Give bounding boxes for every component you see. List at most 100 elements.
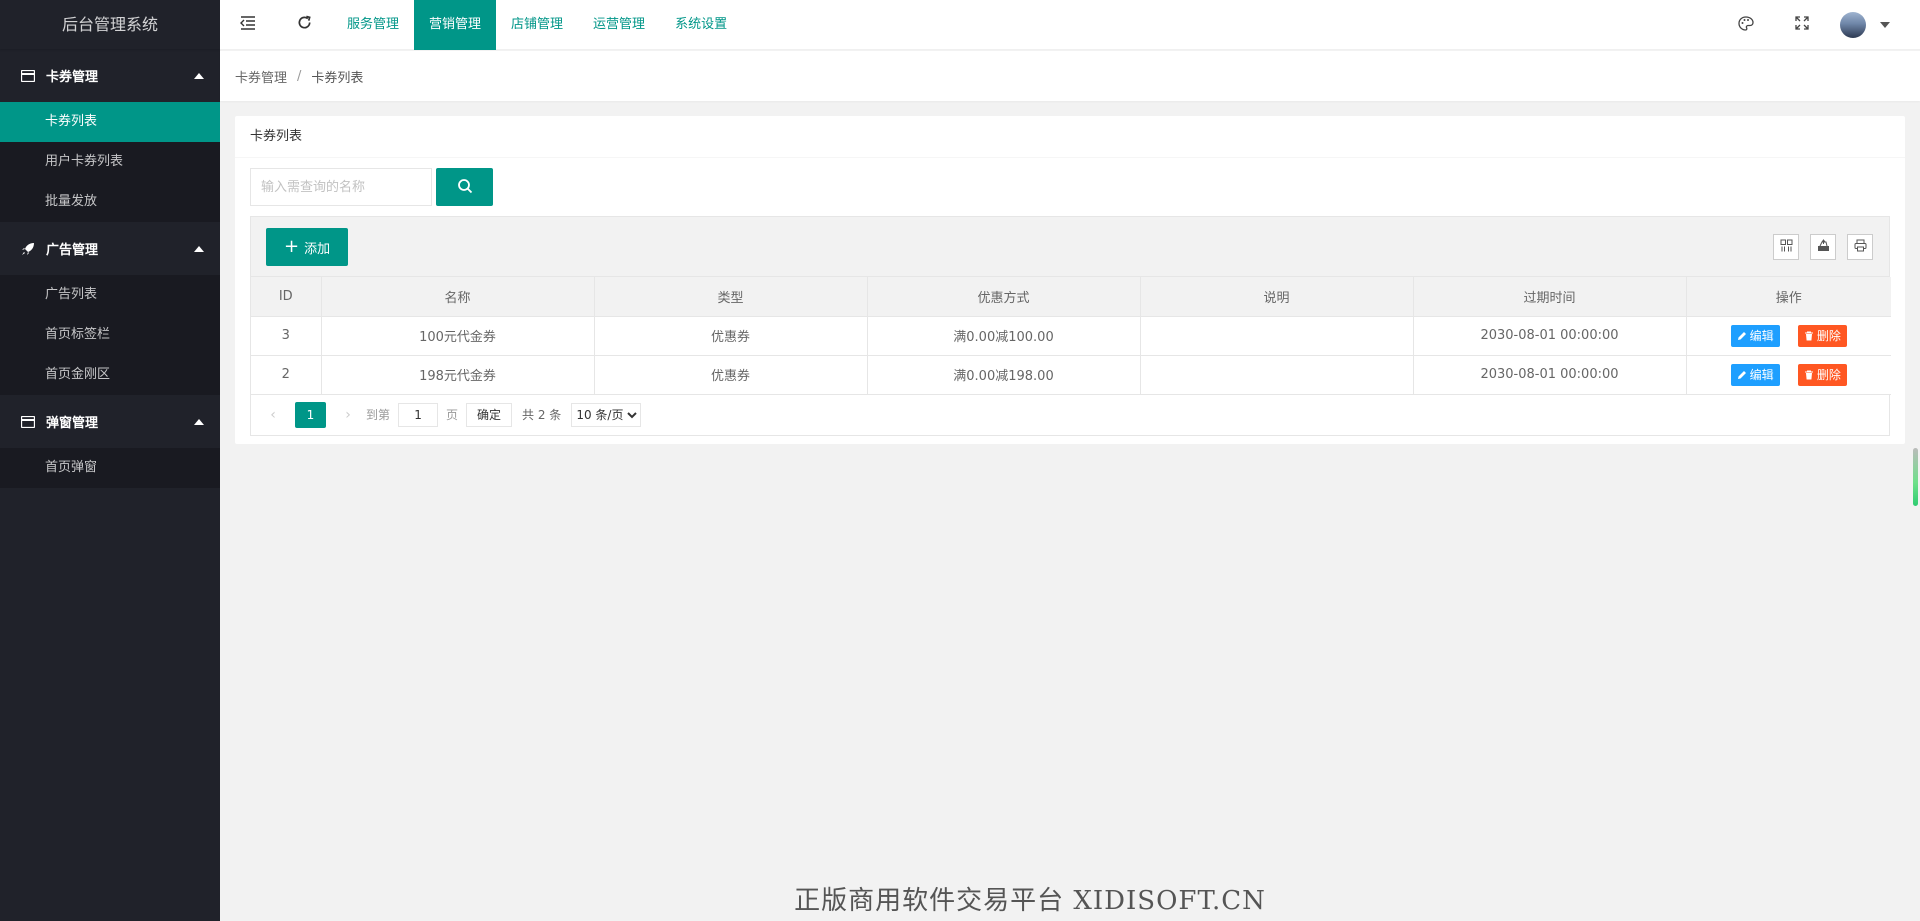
- delete-label: 删除: [1816, 368, 1841, 382]
- cell-actions: 编辑 删除: [1686, 355, 1891, 395]
- add-button[interactable]: + 添加: [266, 228, 349, 266]
- edit-label: 编辑: [1749, 329, 1774, 343]
- goto-label: 到第: [366, 408, 391, 422]
- nav-children: 卡券列表 用户卡券列表 批量发放: [0, 102, 220, 222]
- breadcrumb-separator: /: [297, 68, 302, 84]
- tab-operations[interactable]: 运营管理: [578, 0, 660, 50]
- shrink-menu-button[interactable]: [220, 0, 276, 50]
- columns-filter-button[interactable]: [1773, 234, 1799, 260]
- delete-label: 删除: [1816, 329, 1841, 343]
- sidebar-item-coupon-list[interactable]: 卡券列表: [0, 102, 220, 142]
- cell-type: 优惠券: [594, 355, 868, 395]
- nav-group-coupons: 卡券管理 卡券列表 用户卡券列表 批量发放: [0, 49, 220, 222]
- table-row: 2 198元代金券 优惠券 满0.00减198.00 2030-08-01 00…: [251, 355, 1891, 395]
- nav-group-title-ads[interactable]: 广告管理: [0, 222, 220, 275]
- sidebar-item-home-popup[interactable]: 首页弹窗: [0, 448, 220, 488]
- collapse-arrow-icon: [194, 245, 204, 252]
- cell-name: 198元代金券: [321, 355, 595, 395]
- card-title: 卡券列表: [235, 116, 1905, 158]
- print-button[interactable]: [1847, 234, 1873, 260]
- column-header-description[interactable]: 说明: [1140, 277, 1414, 317]
- cell-id: 3: [251, 316, 322, 356]
- nav-group-title-popups[interactable]: 弹窗管理: [0, 395, 220, 448]
- card-icon: [20, 68, 36, 84]
- edit-button[interactable]: 编辑: [1730, 324, 1780, 347]
- coupon-list-card: 卡券列表 + 添加: [235, 116, 1905, 444]
- refresh-button[interactable]: [276, 0, 332, 50]
- top-header: 服务管理 营销管理 店铺管理 运营管理 系统设置: [220, 0, 1920, 50]
- add-button-label: 添加: [304, 241, 331, 257]
- app-logo-title: 后台管理系统: [0, 0, 220, 49]
- delete-button[interactable]: 删除: [1797, 363, 1847, 386]
- nav-group-label: 卡券管理: [46, 70, 99, 85]
- sidebar-item-ad-list[interactable]: 广告列表: [0, 275, 220, 315]
- scrollbar[interactable]: [1913, 448, 1918, 506]
- goto-page-input[interactable]: [398, 402, 439, 427]
- nav-children: 广告列表 首页标签栏 首页金刚区: [0, 275, 220, 395]
- theme-palette-icon: [1738, 15, 1754, 35]
- sidebar-item-home-tabbar[interactable]: 首页标签栏: [0, 315, 220, 355]
- columns-filter-icon: [1780, 239, 1793, 256]
- current-page[interactable]: 1: [295, 401, 326, 428]
- export-button[interactable]: [1810, 234, 1836, 260]
- column-header-id[interactable]: ID: [251, 277, 322, 317]
- pagination: ‹ 1 › 到第 页 确定 共 2 条 10 条/页: [251, 395, 1889, 435]
- table-header-row: ID 名称 类型 优惠方式 说明 过期时间 操作: [251, 277, 1891, 317]
- sidebar-item-user-coupon-list[interactable]: 用户卡券列表: [0, 142, 220, 182]
- search-input[interactable]: [250, 168, 432, 206]
- header-right-tools: [1718, 0, 1920, 50]
- collapse-arrow-icon: [194, 72, 204, 79]
- nav-group-title-coupons[interactable]: 卡券管理: [0, 49, 220, 102]
- tab-store[interactable]: 店铺管理: [496, 0, 578, 50]
- search-button[interactable]: [436, 168, 493, 206]
- cell-discount: 满0.00减198.00: [867, 355, 1141, 395]
- sidebar: 后台管理系统 卡券管理 卡券列表 用户卡券列表 批量发放 广告管理 广告列表 首…: [0, 0, 220, 921]
- total-count: 共 2 条: [522, 408, 562, 422]
- card-icon: [20, 414, 36, 430]
- theme-button[interactable]: [1718, 0, 1774, 50]
- print-icon: [1854, 239, 1867, 256]
- table-tool-icons: [1773, 234, 1873, 260]
- tab-marketing[interactable]: 营销管理: [414, 0, 497, 50]
- sidebar-item-batch-issue[interactable]: 批量发放: [0, 182, 220, 222]
- next-page-icon[interactable]: ›: [338, 407, 358, 423]
- delete-button[interactable]: 删除: [1797, 324, 1847, 347]
- nav-children: 首页弹窗: [0, 448, 220, 488]
- cell-expire: 2030-08-01 00:00:00: [1413, 316, 1687, 356]
- column-header-name[interactable]: 名称: [321, 277, 595, 317]
- cell-actions: 编辑 删除: [1686, 316, 1891, 356]
- prev-page-icon[interactable]: ‹: [263, 407, 283, 423]
- breadcrumb-parent[interactable]: 卡券管理: [235, 67, 287, 86]
- search-bar: [250, 168, 493, 206]
- page-unit-label: 页: [446, 408, 459, 422]
- goto-confirm-button[interactable]: 确定: [466, 402, 513, 427]
- data-table: + 添加 ID 名称 类型 优惠方式 说明 过期时间 操作 3 100元代金券 …: [250, 216, 1891, 436]
- trash-icon: [1804, 331, 1813, 340]
- table-toolbar: + 添加: [251, 217, 1889, 277]
- sidebar-item-home-kingkong[interactable]: 首页金刚区: [0, 355, 220, 395]
- refresh-icon: [297, 15, 312, 34]
- table-row: 3 100元代金券 优惠券 满0.00减100.00 2030-08-01 00…: [251, 316, 1891, 356]
- export-icon: [1817, 238, 1830, 256]
- chevron-down-icon: [1880, 22, 1890, 28]
- nav-group-label: 弹窗管理: [46, 416, 99, 431]
- collapse-arrow-icon: [194, 418, 204, 425]
- column-header-type[interactable]: 类型: [594, 277, 868, 317]
- page-size-select[interactable]: 10 条/页: [571, 402, 642, 427]
- cell-expire: 2030-08-01 00:00:00: [1413, 355, 1687, 395]
- plus-icon: +: [284, 236, 300, 257]
- avatar: [1840, 12, 1866, 38]
- rocket-icon: [20, 241, 36, 257]
- edit-button[interactable]: 编辑: [1730, 363, 1780, 386]
- column-header-expire[interactable]: 过期时间: [1413, 277, 1687, 317]
- tab-settings[interactable]: 系统设置: [660, 0, 742, 50]
- tab-service[interactable]: 服务管理: [332, 0, 414, 50]
- fullscreen-button[interactable]: [1774, 0, 1830, 50]
- search-icon: [457, 178, 473, 197]
- trash-icon: [1804, 370, 1813, 379]
- nav-group-ads: 广告管理 广告列表 首页标签栏 首页金刚区: [0, 222, 220, 395]
- column-header-actions: 操作: [1686, 277, 1891, 317]
- user-menu[interactable]: [1830, 12, 1920, 38]
- coupon-table: ID 名称 类型 优惠方式 说明 过期时间 操作 3 100元代金券 优惠券 满…: [251, 277, 1891, 395]
- column-header-discount[interactable]: 优惠方式: [867, 277, 1141, 317]
